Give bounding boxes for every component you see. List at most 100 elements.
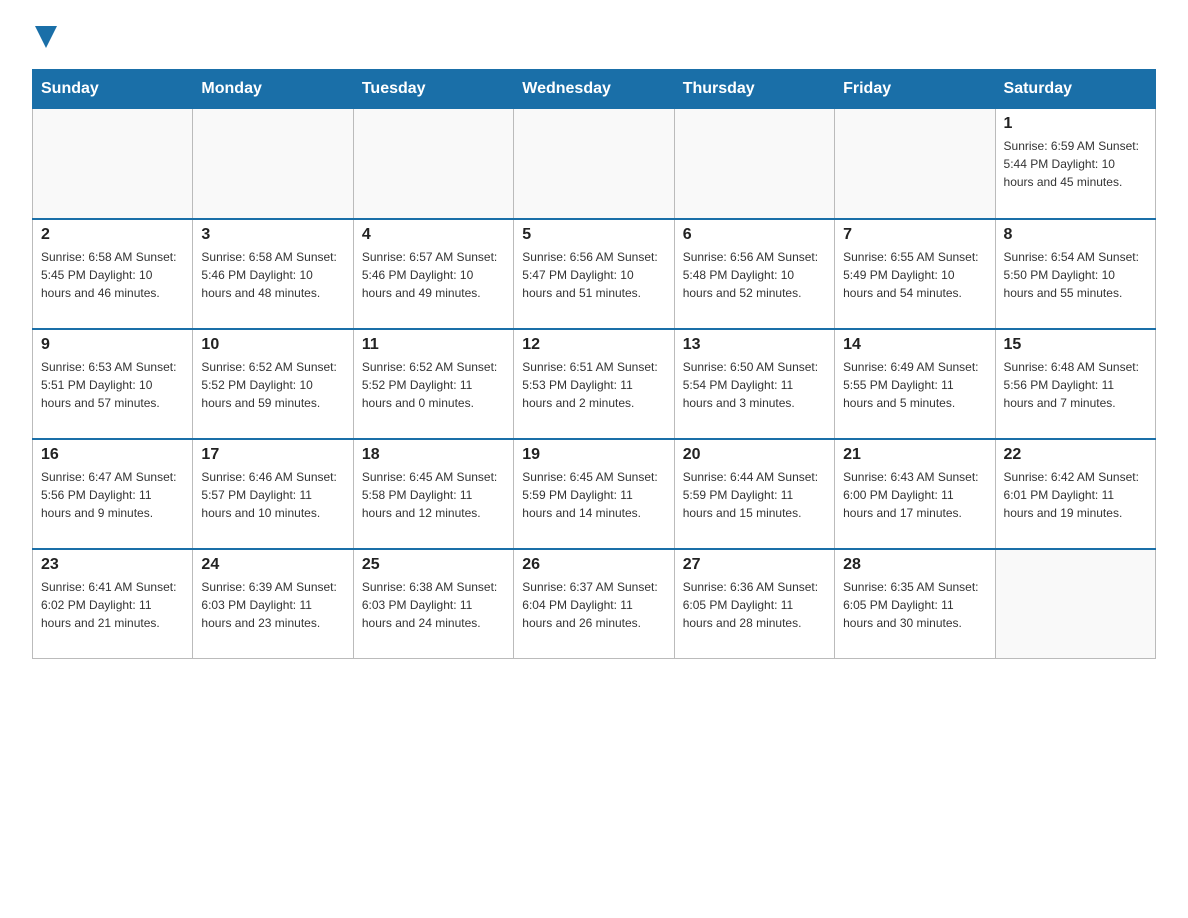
- calendar-week-row: 23Sunrise: 6:41 AM Sunset: 6:02 PM Dayli…: [33, 549, 1156, 659]
- calendar-cell: [995, 549, 1155, 659]
- day-number: 17: [201, 446, 344, 464]
- calendar-cell: [514, 109, 674, 219]
- column-header-sunday: Sunday: [33, 70, 193, 109]
- day-number: 25: [362, 556, 505, 574]
- column-header-monday: Monday: [193, 70, 353, 109]
- day-info: Sunrise: 6:41 AM Sunset: 6:02 PM Dayligh…: [41, 578, 184, 632]
- calendar-cell: 10 Sunrise: 6:52 AM Sunset: 5:52 PM Dayli…: [193, 329, 353, 439]
- calendar-cell: 24 Sunrise: 6:39 AM Sunset: 6:03 PM Dayli…: [193, 549, 353, 659]
- day-info: Sunrise: 6:47 AM Sunset: 5:56 PM Dayligh…: [41, 468, 184, 522]
- calendar-cell: 22 Sunrise: 6:42 AM Sunset: 6:01 PM Dayli…: [995, 439, 1155, 549]
- calendar-cell: 20Sunrise: 6:44 AM Sunset: 5:59 PM Dayli…: [674, 439, 834, 549]
- day-info: Sunrise: 6:36 AM Sunset: 6:05 PM Dayligh…: [683, 578, 826, 632]
- day-info: Sunrise: 6:37 AM Sunset: 6:04 PM Dayligh…: [522, 578, 665, 632]
- day-number: 21: [843, 446, 986, 464]
- calendar-cell: 17Sunrise: 6:46 AM Sunset: 5:57 PM Dayli…: [193, 439, 353, 549]
- day-number: 2: [41, 226, 184, 244]
- day-number: 26: [522, 556, 665, 574]
- calendar-week-row: 16 Sunrise: 6:47 AM Sunset: 5:56 PM Dayli…: [33, 439, 1156, 549]
- calendar-cell: [835, 109, 995, 219]
- day-info: Sunrise: 6:57 AM Sunset: 5:46 PM Dayligh…: [362, 248, 505, 302]
- logo: [32, 24, 57, 53]
- day-number: 22: [1004, 446, 1147, 464]
- day-info: Sunrise: 6:48 AM Sunset: 5:56 PM Dayligh…: [1004, 358, 1147, 412]
- calendar-cell: 12 Sunrise: 6:51 AM Sunset: 5:53 PM Dayli…: [514, 329, 674, 439]
- calendar-cell: 4 Sunrise: 6:57 AM Sunset: 5:46 PM Daylig…: [353, 219, 513, 329]
- day-info: Sunrise: 6:59 AM Sunset: 5:44 PM Dayligh…: [1004, 137, 1147, 191]
- day-info: Sunrise: 6:52 AM Sunset: 5:52 PM Dayligh…: [362, 358, 505, 412]
- day-number: 28: [843, 556, 986, 574]
- calendar-cell: 26 Sunrise: 6:37 AM Sunset: 6:04 PM Dayli…: [514, 549, 674, 659]
- day-number: 11: [362, 336, 505, 354]
- day-info: Sunrise: 6:58 AM Sunset: 5:45 PM Dayligh…: [41, 248, 184, 302]
- day-info: Sunrise: 6:38 AM Sunset: 6:03 PM Dayligh…: [362, 578, 505, 632]
- day-number: 10: [201, 336, 344, 354]
- day-number: 16: [41, 446, 184, 464]
- calendar-cell: 6 Sunrise: 6:56 AM Sunset: 5:48 PM Daylig…: [674, 219, 834, 329]
- day-number: 27: [683, 556, 826, 574]
- day-info: Sunrise: 6:43 AM Sunset: 6:00 PM Dayligh…: [843, 468, 986, 522]
- calendar-cell: 25 Sunrise: 6:38 AM Sunset: 6:03 PM Dayli…: [353, 549, 513, 659]
- day-number: 9: [41, 336, 184, 354]
- calendar-cell: 9 Sunrise: 6:53 AM Sunset: 5:51 PM Daylig…: [33, 329, 193, 439]
- calendar-cell: 1 Sunrise: 6:59 AM Sunset: 5:44 PM Daylig…: [995, 109, 1155, 219]
- day-number: 15: [1004, 336, 1147, 354]
- calendar-week-row: 2 Sunrise: 6:58 AM Sunset: 5:45 PM Daylig…: [33, 219, 1156, 329]
- column-header-saturday: Saturday: [995, 70, 1155, 109]
- logo-arrow-icon: [35, 26, 57, 48]
- column-header-thursday: Thursday: [674, 70, 834, 109]
- day-info: Sunrise: 6:56 AM Sunset: 5:48 PM Dayligh…: [683, 248, 826, 302]
- day-number: 24: [201, 556, 344, 574]
- day-info: Sunrise: 6:53 AM Sunset: 5:51 PM Dayligh…: [41, 358, 184, 412]
- day-number: 14: [843, 336, 986, 354]
- day-info: Sunrise: 6:56 AM Sunset: 5:47 PM Dayligh…: [522, 248, 665, 302]
- column-header-friday: Friday: [835, 70, 995, 109]
- calendar-cell: [353, 109, 513, 219]
- day-info: Sunrise: 6:39 AM Sunset: 6:03 PM Dayligh…: [201, 578, 344, 632]
- calendar-cell: 14 Sunrise: 6:49 AM Sunset: 5:55 PM Dayli…: [835, 329, 995, 439]
- day-number: 13: [683, 336, 826, 354]
- calendar-header-row: SundayMondayTuesdayWednesdayThursdayFrid…: [33, 70, 1156, 109]
- day-number: 4: [362, 226, 505, 244]
- day-info: Sunrise: 6:51 AM Sunset: 5:53 PM Dayligh…: [522, 358, 665, 412]
- day-info: Sunrise: 6:42 AM Sunset: 6:01 PM Dayligh…: [1004, 468, 1147, 522]
- day-info: Sunrise: 6:50 AM Sunset: 5:54 PM Dayligh…: [683, 358, 826, 412]
- calendar-cell: 18 Sunrise: 6:45 AM Sunset: 5:58 PM Dayli…: [353, 439, 513, 549]
- day-info: Sunrise: 6:52 AM Sunset: 5:52 PM Dayligh…: [201, 358, 344, 412]
- calendar-cell: 28Sunrise: 6:35 AM Sunset: 6:05 PM Dayli…: [835, 549, 995, 659]
- calendar-cell: 23Sunrise: 6:41 AM Sunset: 6:02 PM Dayli…: [33, 549, 193, 659]
- day-number: 12: [522, 336, 665, 354]
- calendar-table: SundayMondayTuesdayWednesdayThursdayFrid…: [32, 69, 1156, 659]
- calendar-week-row: 9 Sunrise: 6:53 AM Sunset: 5:51 PM Daylig…: [33, 329, 1156, 439]
- calendar-cell: 21 Sunrise: 6:43 AM Sunset: 6:00 PM Dayli…: [835, 439, 995, 549]
- day-info: Sunrise: 6:55 AM Sunset: 5:49 PM Dayligh…: [843, 248, 986, 302]
- column-header-wednesday: Wednesday: [514, 70, 674, 109]
- calendar-cell: 13 Sunrise: 6:50 AM Sunset: 5:54 PM Dayli…: [674, 329, 834, 439]
- calendar-cell: 11 Sunrise: 6:52 AM Sunset: 5:52 PM Dayli…: [353, 329, 513, 439]
- calendar-cell: [33, 109, 193, 219]
- calendar-cell: 16 Sunrise: 6:47 AM Sunset: 5:56 PM Dayli…: [33, 439, 193, 549]
- calendar-cell: [193, 109, 353, 219]
- calendar-cell: 15 Sunrise: 6:48 AM Sunset: 5:56 PM Dayli…: [995, 329, 1155, 439]
- day-info: Sunrise: 6:45 AM Sunset: 5:58 PM Dayligh…: [362, 468, 505, 522]
- calendar-cell: 8Sunrise: 6:54 AM Sunset: 5:50 PM Daylig…: [995, 219, 1155, 329]
- day-number: 18: [362, 446, 505, 464]
- day-number: 19: [522, 446, 665, 464]
- day-number: 1: [1004, 115, 1147, 133]
- calendar-cell: 7 Sunrise: 6:55 AM Sunset: 5:49 PM Daylig…: [835, 219, 995, 329]
- day-info: Sunrise: 6:49 AM Sunset: 5:55 PM Dayligh…: [843, 358, 986, 412]
- day-info: Sunrise: 6:45 AM Sunset: 5:59 PM Dayligh…: [522, 468, 665, 522]
- calendar-cell: 5 Sunrise: 6:56 AM Sunset: 5:47 PM Daylig…: [514, 219, 674, 329]
- day-info: Sunrise: 6:44 AM Sunset: 5:59 PM Dayligh…: [683, 468, 826, 522]
- day-number: 3: [201, 226, 344, 244]
- day-info: Sunrise: 6:58 AM Sunset: 5:46 PM Dayligh…: [201, 248, 344, 302]
- calendar-cell: 19 Sunrise: 6:45 AM Sunset: 5:59 PM Dayli…: [514, 439, 674, 549]
- column-header-tuesday: Tuesday: [353, 70, 513, 109]
- day-number: 6: [683, 226, 826, 244]
- calendar-cell: [674, 109, 834, 219]
- day-info: Sunrise: 6:54 AM Sunset: 5:50 PM Dayligh…: [1004, 248, 1147, 302]
- page-header: [32, 24, 1156, 53]
- day-number: 5: [522, 226, 665, 244]
- day-number: 7: [843, 226, 986, 244]
- calendar-cell: 27 Sunrise: 6:36 AM Sunset: 6:05 PM Dayli…: [674, 549, 834, 659]
